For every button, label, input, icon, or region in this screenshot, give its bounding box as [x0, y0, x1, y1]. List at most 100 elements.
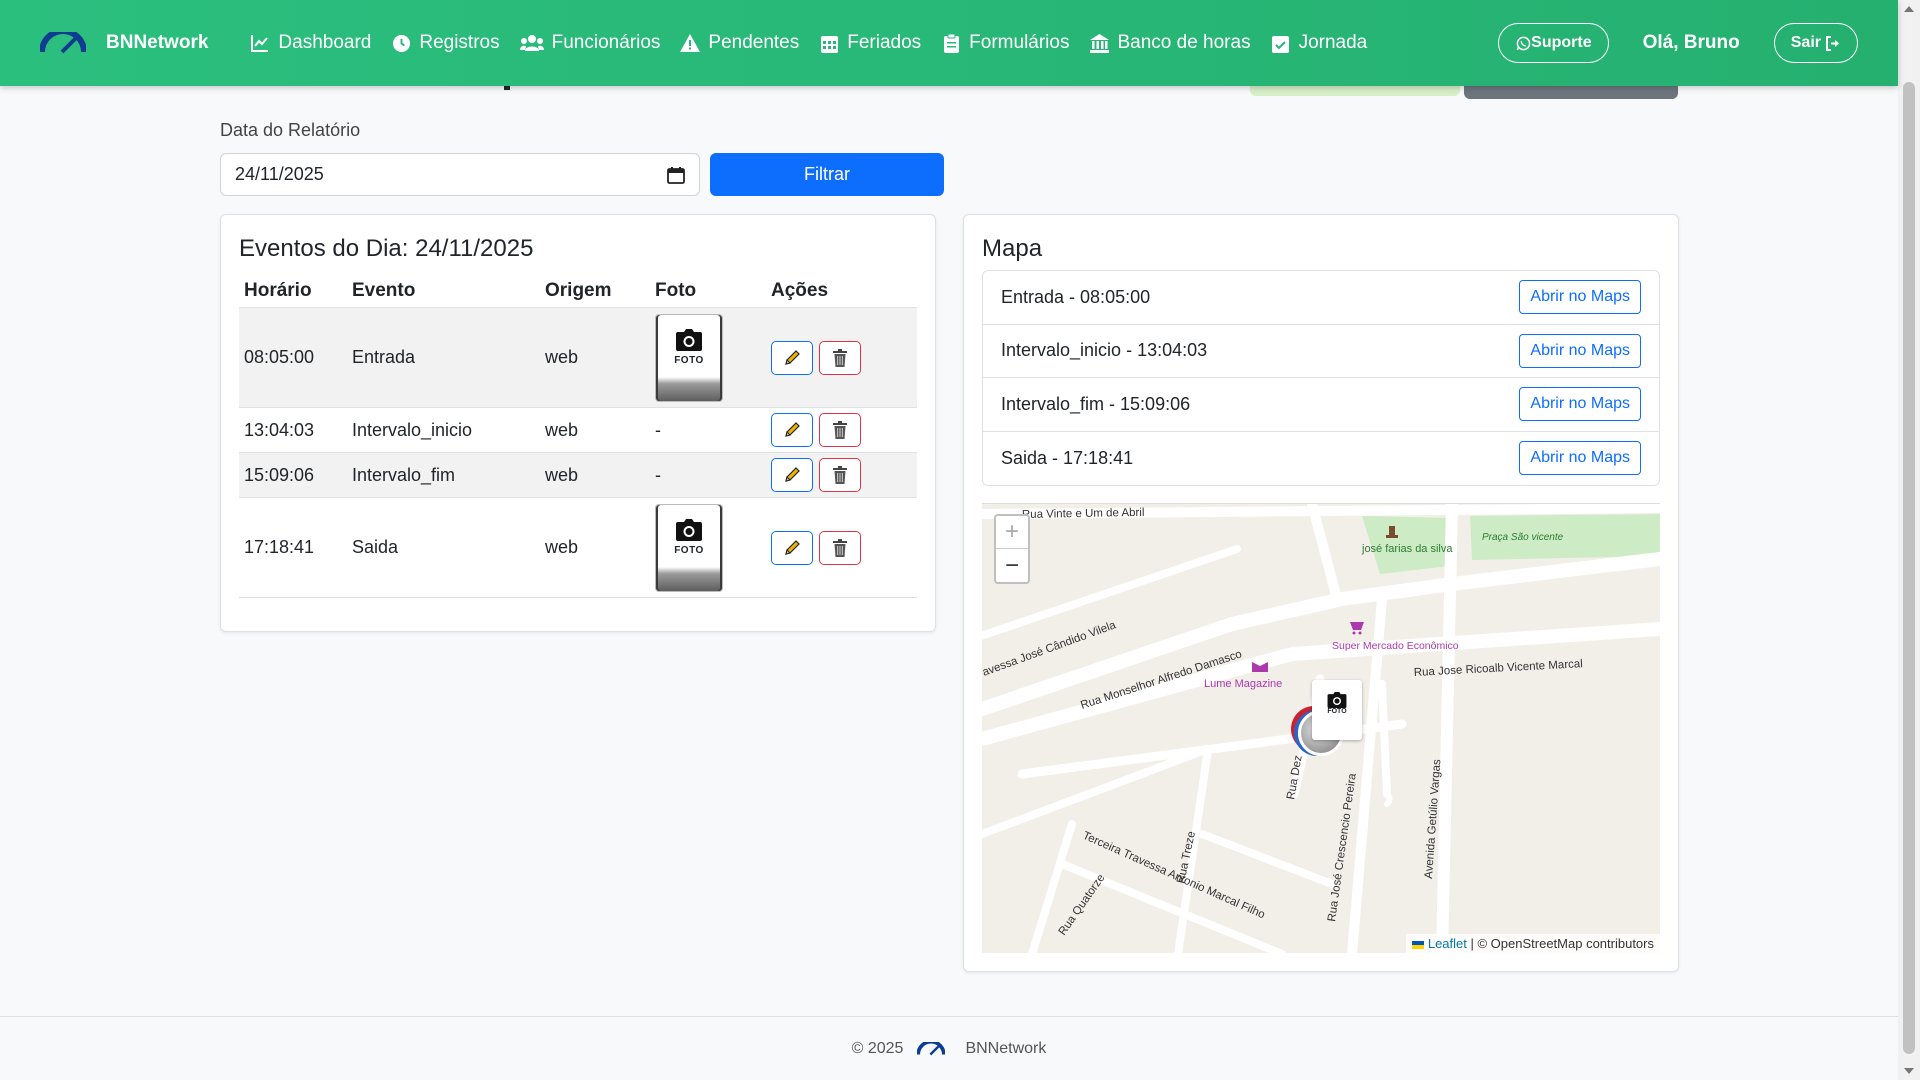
nav-formularios[interactable]: Formulários	[941, 32, 1069, 54]
open-maps-button[interactable]: Abrir no Maps	[1519, 441, 1641, 476]
open-maps-button[interactable]: Abrir no Maps	[1519, 333, 1641, 368]
delete-button[interactable]	[819, 413, 861, 447]
edit-button[interactable]	[771, 530, 813, 565]
list-item: Intervalo_inicio - 13:04:03 Abrir no Map…	[983, 325, 1659, 378]
event-photo-thumbnail[interactable]: FOTO	[655, 503, 723, 592]
nav-banco-de-horas[interactable]: Banco de horas	[1089, 32, 1251, 54]
table-row: 13:04:03 Intervalo_inicio web -	[239, 408, 917, 453]
nav-dashboard-label: Dashboard	[278, 32, 372, 53]
nav-formularios-label: Formulários	[969, 32, 1070, 53]
calendar-picker-icon[interactable]	[667, 166, 685, 184]
row-photo-cell: FOTO	[655, 313, 771, 402]
photo-label: FOTO	[674, 544, 704, 556]
poi-label: Praça São vicente	[1482, 532, 1564, 543]
event-photo-thumbnail[interactable]: FOTO	[655, 313, 723, 402]
row-origin: web	[545, 419, 579, 440]
row-actions	[771, 340, 917, 375]
users-icon	[519, 33, 544, 53]
map-item-label: Intervalo_fim - 15:09:06	[1001, 393, 1191, 414]
delete-button[interactable]	[819, 530, 861, 565]
nav-jornada-label: Jornada	[1298, 32, 1368, 53]
open-maps-button[interactable]: Abrir no Maps	[1519, 387, 1641, 422]
nav-pendentes-label: Pendentes	[708, 32, 800, 53]
row-actions	[771, 530, 917, 565]
poi-label: Super Mercado Econômico	[1332, 640, 1459, 652]
nav-funcionarios-label: Funcionários	[551, 32, 661, 53]
whatsapp-icon	[1515, 35, 1531, 51]
list-item: Entrada - 08:05:00 Abrir no Maps	[983, 271, 1659, 325]
row-no-photo: -	[655, 419, 661, 440]
nav-feriados[interactable]: Feriados	[819, 32, 921, 54]
open-maps-button[interactable]: Abrir no Maps	[1519, 280, 1641, 315]
pencil-icon	[785, 349, 800, 365]
edit-button[interactable]	[771, 413, 813, 447]
delete-button[interactable]	[819, 458, 861, 492]
table-row: 15:09:06 Intervalo_fim web -	[239, 453, 917, 498]
row-actions	[771, 413, 917, 447]
scroll-down-arrow-icon[interactable]	[1904, 1068, 1914, 1074]
nav-right: Suporte Olá, Bruno Sair	[1498, 23, 1858, 63]
photo-label: FOTO	[674, 354, 704, 366]
row-time: 15:09:06	[244, 464, 315, 485]
calendar-icon	[819, 33, 839, 53]
row-event: Entrada	[352, 347, 416, 367]
map-view[interactable]: Rua Vinte e Um de Abril avessa José Când…	[982, 503, 1660, 953]
map-item-label: Entrada - 08:05:00	[1001, 286, 1151, 307]
nav-funcionarios[interactable]: Funcionários	[519, 32, 661, 54]
ukraine-flag-icon	[1412, 940, 1425, 949]
page-scrollbar[interactable]	[1898, 0, 1920, 1080]
filter-button[interactable]: Filtrar	[710, 153, 944, 196]
trash-icon	[833, 538, 847, 557]
camera-icon	[676, 328, 702, 351]
map-attribution: Leaflet | © OpenStreetMap contributors	[1406, 934, 1660, 953]
row-time: 17:18:41	[244, 537, 315, 557]
nav-links: Dashboard Registros Funcionários Pendent…	[250, 32, 1387, 54]
nav-jornada[interactable]: Jornada	[1271, 32, 1368, 54]
calendar-check-icon	[1271, 33, 1291, 53]
hidden-page-title-fragment	[504, 86, 510, 90]
nav-pendentes[interactable]: Pendentes	[680, 32, 799, 54]
leaflet-link[interactable]: Leaflet	[1428, 936, 1467, 951]
nav-dashboard[interactable]: Dashboard	[250, 32, 371, 54]
marker-photo-label: FOTO	[1327, 708, 1347, 715]
logout-label: Sair	[1790, 34, 1821, 51]
col-horario: Horário	[244, 280, 312, 301]
map-marker-photo[interactable]: FOTO	[1312, 680, 1362, 740]
footer-brand: BNNetwork	[965, 1039, 1047, 1057]
nav-registros-label: Registros	[419, 32, 500, 53]
zoom-out-button[interactable]: −	[996, 549, 1028, 582]
trash-icon	[833, 466, 847, 484]
support-button[interactable]: Suporte	[1498, 23, 1609, 63]
events-card: Eventos do Dia: 24/11/2025 Horário Event…	[220, 214, 936, 632]
scroll-up-arrow-icon[interactable]	[1904, 6, 1914, 12]
nav-registros[interactable]: Registros	[391, 32, 500, 54]
map-item-label: Intervalo_inicio - 13:04:03	[1001, 340, 1208, 361]
report-date-input[interactable]: 24/11/2025	[220, 153, 700, 196]
camera-icon	[1327, 692, 1347, 708]
col-evento: Evento	[352, 280, 416, 301]
table-row: 08:05:00 Entrada web FOTO	[239, 308, 917, 408]
report-date-label: Data do Relatório	[220, 120, 361, 140]
row-actions	[771, 458, 917, 492]
footer: © 2025 BNNetwork	[0, 1016, 1898, 1080]
nav-banco-label: Banco de horas	[1117, 32, 1251, 53]
col-foto: Foto	[655, 280, 697, 301]
col-origem: Origem	[545, 280, 612, 301]
edit-button[interactable]	[771, 340, 813, 375]
events-table: Horário Evento Origem Foto Ações 08:05:0…	[239, 275, 917, 598]
attribution-text: | © OpenStreetMap contributors	[1466, 936, 1655, 951]
logout-button[interactable]: Sair	[1773, 23, 1858, 63]
hidden-header-button-green	[1250, 86, 1460, 96]
brand-logo-icon	[40, 32, 86, 54]
row-time: 08:05:00	[244, 347, 315, 367]
events-title: Eventos do Dia: 24/11/2025	[239, 235, 534, 262]
col-acoes: Ações	[771, 280, 829, 301]
navbar: BNNetwork Dashboard Registros Funcionári…	[0, 0, 1898, 86]
zoom-control: + −	[994, 514, 1030, 584]
scrollbar-thumb[interactable]	[1903, 82, 1915, 1054]
map-title: Mapa	[982, 235, 1043, 262]
brand[interactable]: BNNetwork	[40, 32, 208, 54]
zoom-in-button[interactable]: +	[996, 516, 1028, 549]
edit-button[interactable]	[771, 458, 813, 492]
delete-button[interactable]	[819, 340, 861, 375]
